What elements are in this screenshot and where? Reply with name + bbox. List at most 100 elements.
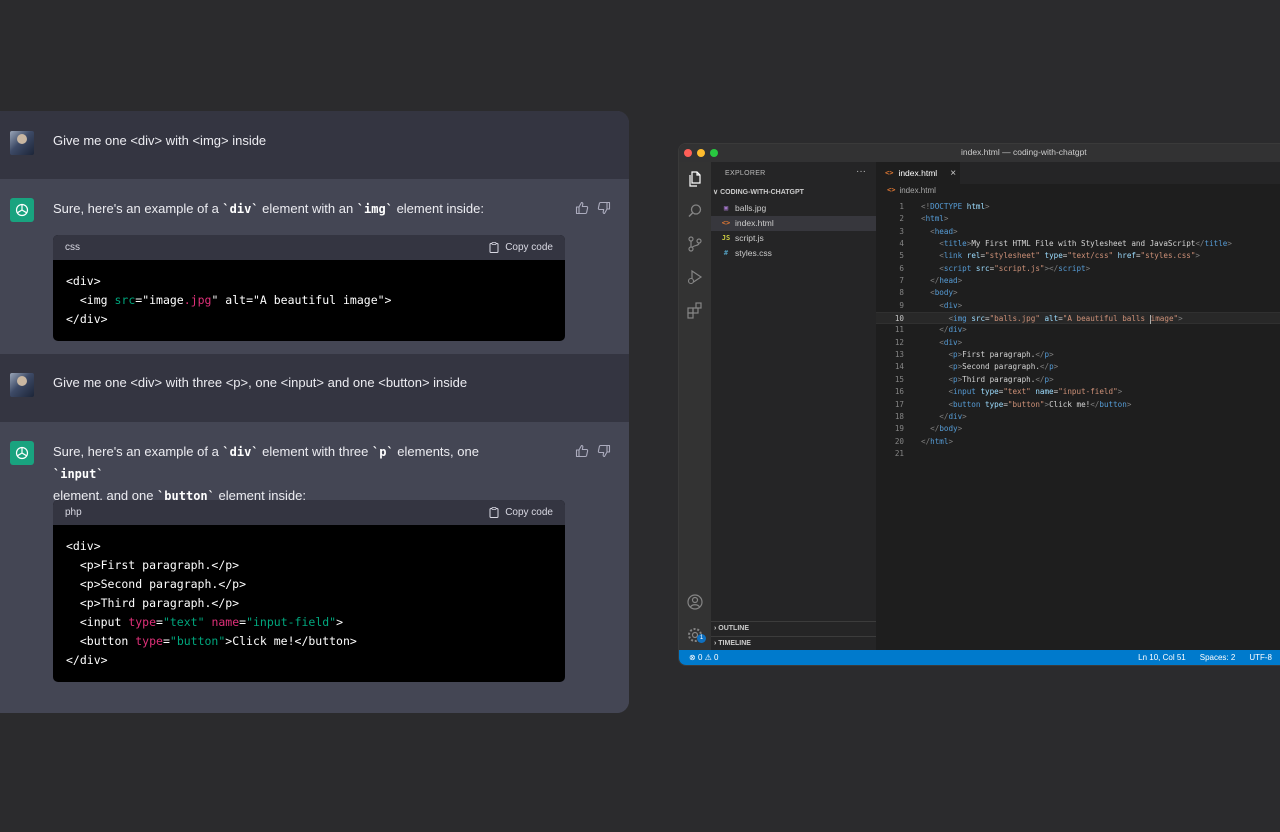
- user-message: Give me one <div> with three <p>, one <i…: [0, 354, 629, 422]
- code-line: 12 <div>: [894, 337, 963, 347]
- source-control-icon[interactable]: [686, 235, 704, 253]
- code-content: <div> <p>First paragraph.</p> <p>Second …: [66, 539, 357, 667]
- settings-badge: 1: [697, 634, 706, 643]
- more-actions-icon[interactable]: ···: [856, 166, 866, 177]
- assistant-message-text: Sure, here's an example of a `div` eleme…: [53, 201, 485, 216]
- code-line: 14 <p>Second paragraph.</p>: [894, 362, 1059, 372]
- status-bar: ⊗ 0 ⚠ 0 Ln 10, Col 51 Spaces: 2 UTF-8: [679, 650, 1280, 665]
- code-block: php Copy code <div> <p>First paragraph.<…: [53, 500, 565, 682]
- copy-code-button[interactable]: Copy code: [489, 507, 553, 518]
- close-tab-icon[interactable]: ×: [950, 168, 956, 179]
- editor-area[interactable]: <> index.html × <> index.html 1 <!DOCTYPE…: [876, 162, 1280, 650]
- file-name: balls.jpg: [735, 203, 767, 213]
- thumbs-down-icon[interactable]: [597, 444, 611, 458]
- file-name: styles.css: [735, 248, 772, 258]
- file-name: script.js: [735, 233, 764, 243]
- activity-bar: 1: [679, 162, 711, 650]
- tab-label: index.html: [898, 168, 938, 178]
- search-icon[interactable]: [686, 202, 704, 220]
- code-language-label: php: [65, 507, 82, 518]
- code-line: 18 </div>: [894, 411, 967, 421]
- vscode-window: index.html — coding-with-chatgpt 1 EXPLO…: [678, 143, 1280, 666]
- user-avatar: [10, 373, 34, 397]
- timeline-section[interactable]: › TIMELINE: [711, 636, 876, 651]
- js-icon: JS: [721, 234, 731, 242]
- run-debug-icon[interactable]: [686, 268, 704, 286]
- code-line: 3 <head>: [899, 226, 958, 236]
- clipboard-icon: [489, 242, 499, 253]
- maximize-window-button[interactable]: [710, 149, 718, 157]
- user-message-text: Give me one <div> with three <p>, one <i…: [53, 375, 468, 390]
- error-icon: ⊗: [689, 653, 696, 662]
- file-item-index-html[interactable]: <> index.html: [711, 216, 876, 231]
- clipboard-icon: [489, 507, 499, 518]
- breadcrumb[interactable]: <> index.html: [876, 184, 1280, 196]
- file-item-script-js[interactable]: JS script.js: [711, 231, 876, 246]
- indentation-setting[interactable]: Spaces: 2: [1200, 650, 1236, 665]
- code-line-current: 10 <img src="balls.jpg" alt="A beautiful…: [876, 312, 1280, 325]
- html-icon: <>: [721, 219, 731, 227]
- code-line: 1 <!DOCTYPE html>: [899, 202, 990, 211]
- text-cursor: [1149, 314, 1151, 324]
- explorer-icon[interactable]: [686, 170, 704, 188]
- code-line: 13 <p>First paragraph.</p>: [894, 350, 1054, 360]
- html-icon: <>: [887, 186, 896, 194]
- warning-icon: ⚠: [704, 653, 712, 662]
- cursor-position[interactable]: Ln 10, Col 51: [1138, 650, 1186, 665]
- explorer-title: EXPLORER: [725, 170, 766, 177]
- code-line: 4 <title>My First HTML File with Stylesh…: [899, 239, 1232, 249]
- close-window-button[interactable]: [684, 149, 692, 157]
- code-line: 15 <p>Third paragraph.</p>: [894, 374, 1054, 384]
- copy-code-button[interactable]: Copy code: [489, 242, 553, 253]
- user-message: Give me one <div> with <img> inside: [0, 111, 629, 179]
- extensions-icon[interactable]: [686, 301, 704, 319]
- user-message-text: Give me one <div> with <img> inside: [53, 133, 267, 148]
- html-icon: <>: [885, 169, 894, 177]
- assistant-message-text: Sure, here's an example of a `div` eleme…: [53, 444, 479, 503]
- window-title: index.html — coding-with-chatgpt: [961, 147, 1087, 157]
- outline-section[interactable]: › OUTLINE: [711, 621, 876, 636]
- file-name: index.html: [735, 218, 774, 228]
- copy-code-label: Copy code: [505, 507, 553, 518]
- file-item-balls-jpg[interactable]: ▣ balls.jpg: [711, 201, 876, 216]
- feedback-buttons: [575, 201, 611, 215]
- code-language-label: css: [65, 242, 80, 253]
- encoding-setting[interactable]: UTF-8: [1249, 650, 1272, 665]
- code-line: 9 <div>: [899, 300, 963, 310]
- assistant-message: Sure, here's an example of a `div` eleme…: [0, 422, 629, 713]
- code-line: 5 <link rel="stylesheet" type="text/css"…: [899, 251, 1200, 261]
- thumbs-up-icon[interactable]: [575, 444, 589, 458]
- thumbs-down-icon[interactable]: [597, 201, 611, 215]
- code-line: 7 </head>: [899, 276, 963, 286]
- image-icon: ▣: [723, 204, 729, 212]
- css-icon: #: [723, 249, 729, 257]
- code-line: 2 <html>: [899, 214, 949, 224]
- code-line: 17 <button type="button">Click me!</butt…: [894, 399, 1132, 409]
- file-item-styles-css[interactable]: # styles.css: [711, 246, 876, 261]
- assistant-message: Sure, here's an example of a `div` eleme…: [0, 179, 629, 354]
- code-block: css Copy code <div> <img src="image.jpg"…: [53, 235, 565, 341]
- copy-code-label: Copy code: [505, 242, 553, 253]
- code-line: 11 </div>: [894, 325, 967, 335]
- chatgpt-logo-icon: [10, 198, 34, 222]
- code-content: <div> <img src="image.jpg" alt="A beauti…: [66, 274, 392, 326]
- explorer-sidebar: EXPLORER ··· ∨ CODING-WITH-CHATGPT ▣ ball…: [711, 162, 876, 650]
- breadcrumb-file: index.html: [899, 185, 936, 195]
- workspace-folder[interactable]: ∨ CODING-WITH-CHATGPT: [713, 188, 804, 196]
- user-avatar: [10, 131, 34, 155]
- code-block-header: css Copy code: [53, 235, 565, 260]
- editor-tabs: <> index.html ×: [876, 162, 1280, 184]
- code-line: 16 <input type="text" name="input-field"…: [894, 387, 1123, 397]
- minimize-window-button[interactable]: [697, 149, 705, 157]
- code-block-header: php Copy code: [53, 500, 565, 525]
- title-bar: index.html — coding-with-chatgpt: [679, 144, 1280, 162]
- problems-indicator[interactable]: ⊗ 0 ⚠ 0: [689, 650, 718, 665]
- code-editor[interactable]: 1 <!DOCTYPE html> 2 <html> 3 <head> 4 <tit…: [876, 201, 1280, 460]
- tab-index-html[interactable]: <> index.html ×: [876, 162, 960, 184]
- accounts-icon[interactable]: [686, 593, 704, 611]
- code-line: 8 <body>: [899, 288, 958, 298]
- thumbs-up-icon[interactable]: [575, 201, 589, 215]
- chat-panel: Give me one <div> with <img> inside Sure…: [0, 111, 629, 713]
- chatgpt-logo-icon: [10, 441, 34, 465]
- code-line: 20 </html>: [894, 436, 954, 446]
